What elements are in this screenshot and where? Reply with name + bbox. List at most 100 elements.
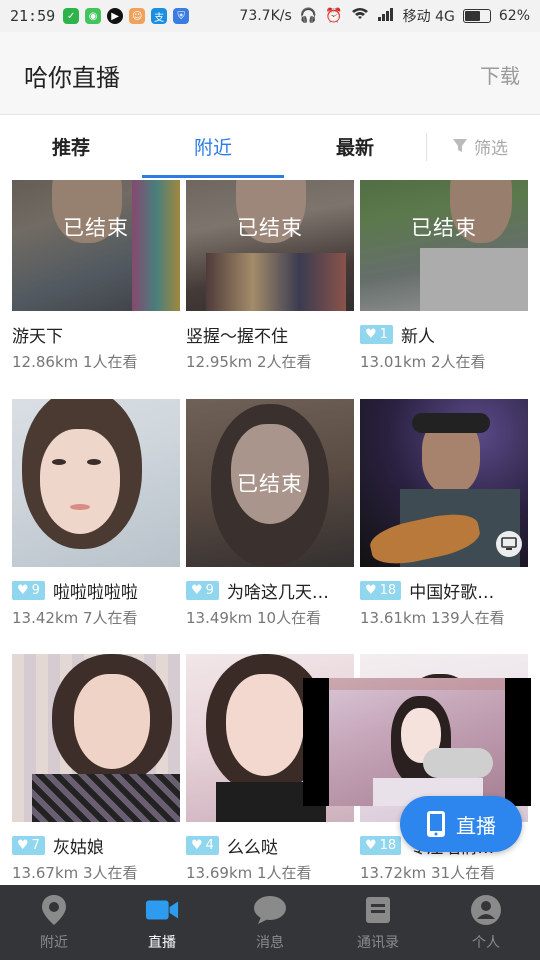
nav-nearby[interactable]: 附近 bbox=[0, 885, 108, 960]
stream-title: 中国好歌… bbox=[409, 582, 495, 603]
monitor-icon[interactable] bbox=[496, 531, 522, 557]
stream-meta: 13.42km 7人在看 bbox=[12, 609, 138, 627]
level-badge: ♥ 9 bbox=[12, 580, 45, 600]
go-live-label: 直播 bbox=[456, 813, 496, 838]
stream-title: 为啥这几天… bbox=[226, 582, 329, 603]
microphone-icon bbox=[423, 748, 493, 778]
filter-label: 筛选 bbox=[474, 138, 508, 159]
ended-overlay: 已结束 bbox=[186, 399, 354, 567]
filter-button[interactable]: 筛选 bbox=[452, 115, 508, 177]
level-badge: ♥ 9 bbox=[186, 580, 219, 600]
chat-bubble-icon bbox=[253, 894, 287, 926]
ended-overlay: 已结束 bbox=[12, 180, 180, 311]
carrier-label: 移动 4G bbox=[402, 9, 455, 25]
stream-card[interactable]: ♥ 7 灰姑娘 13.67km 3人在看 bbox=[12, 654, 180, 883]
record-icon: ▶ bbox=[107, 8, 124, 24]
stream-card[interactable]: 已结束 ♥ 1 新人 13.01km 2人在看 bbox=[360, 180, 528, 372]
stream-card[interactable]: ♥ 18 中国好歌… 13.61km 139人在看 bbox=[360, 399, 528, 628]
card-title-row: ♥ 9 啦啦啦啦啦 bbox=[12, 575, 180, 605]
stream-thumbnail: 已结束 bbox=[186, 180, 354, 311]
signal-icon bbox=[377, 7, 395, 25]
headphones-icon: 🎧 bbox=[299, 8, 318, 24]
level-badge: ♥ 1 bbox=[360, 324, 393, 344]
stream-title: 灰姑娘 bbox=[52, 837, 104, 858]
stream-thumbnail bbox=[360, 399, 528, 567]
filter-icon bbox=[453, 139, 467, 152]
stream-meta: 13.69km 1人在看 bbox=[186, 864, 312, 882]
stream-thumbnail: 已结束 bbox=[12, 180, 180, 311]
level-badge: ♥ 4 bbox=[186, 835, 219, 855]
nav-contacts[interactable]: 通讯录 bbox=[324, 885, 432, 960]
status-bar: 21:59 ✓ ◉ ▶ ☺ 支 ⛨ 73.7K/s 🎧 ⏰ 移动 4G 62% bbox=[0, 0, 540, 32]
active-tab-indicator bbox=[142, 175, 284, 178]
stream-title: 新人 bbox=[400, 326, 435, 347]
chat-icon: ☺ bbox=[129, 8, 146, 24]
stream-title: 竖握～握不住 bbox=[186, 326, 288, 347]
heart-icon: ♥ bbox=[191, 582, 203, 598]
nav-label: 直播 bbox=[148, 934, 176, 951]
status-right: 73.7K/s 🎧 ⏰ 移动 4G 62% bbox=[239, 0, 530, 32]
stream-thumbnail: 已结束 bbox=[360, 180, 528, 311]
heart-icon: ♥ bbox=[17, 837, 29, 853]
card-title-row: ♥ 7 灰姑娘 bbox=[12, 830, 180, 860]
card-title-row: ♥ 1 新人 bbox=[360, 319, 528, 349]
nav-label: 个人 bbox=[472, 934, 500, 951]
stream-meta: 12.95km 2人在看 bbox=[186, 353, 312, 371]
stream-meta: 12.86km 1人在看 bbox=[12, 353, 138, 371]
ended-overlay: 已结束 bbox=[186, 180, 354, 311]
card-title-row: 游天下 bbox=[12, 319, 180, 349]
battery-icon bbox=[462, 9, 491, 23]
bottom-nav: 附近 直播 消息 通讯录 个人 bbox=[0, 885, 540, 960]
stream-meta: 13.61km 139人在看 bbox=[360, 609, 505, 627]
status-time: 21:59 bbox=[10, 7, 56, 25]
tab-bar: 推荐 附近 最新 筛选 bbox=[0, 115, 540, 179]
video-camera-icon bbox=[145, 894, 179, 926]
nav-profile[interactable]: 个人 bbox=[432, 885, 540, 960]
contacts-icon bbox=[361, 894, 395, 926]
stream-title: 啦啦啦啦啦 bbox=[52, 582, 138, 603]
nav-messages[interactable]: 消息 bbox=[216, 885, 324, 960]
stream-card[interactable]: ♥ 9 啦啦啦啦啦 13.42km 7人在看 bbox=[12, 399, 180, 628]
floating-video-preview[interactable] bbox=[303, 678, 531, 806]
app-title: 哈你直播 bbox=[24, 64, 120, 92]
stream-meta: 13.49km 10人在看 bbox=[186, 609, 322, 627]
nav-label: 附近 bbox=[40, 934, 68, 951]
stream-thumbnail bbox=[12, 399, 180, 567]
heart-icon: ♥ bbox=[17, 582, 29, 598]
wechat-icon: ◉ bbox=[85, 8, 102, 24]
download-button[interactable]: 下载 bbox=[480, 60, 520, 89]
stream-meta: 13.01km 2人在看 bbox=[360, 353, 486, 371]
level-badge: ♥ 18 bbox=[360, 580, 402, 600]
tab-latest[interactable]: 最新 bbox=[284, 115, 426, 177]
nav-label: 通讯录 bbox=[357, 934, 399, 951]
level-badge: ♥ 18 bbox=[360, 835, 402, 855]
status-app-icons: ✓ ◉ ▶ ☺ 支 ⛨ bbox=[63, 8, 190, 24]
tab-nearby[interactable]: 附近 bbox=[142, 115, 284, 177]
alarm-icon: ⏰ bbox=[325, 8, 343, 24]
stream-title: 么么哒 bbox=[226, 837, 278, 858]
nav-live[interactable]: 直播 bbox=[108, 885, 216, 960]
go-live-button[interactable]: 直播 bbox=[400, 796, 522, 852]
alipay-icon: 支 bbox=[151, 8, 168, 24]
shield-icon: ⛨ bbox=[173, 8, 190, 24]
stream-card[interactable]: 已结束 竖握～握不住 12.95km 2人在看 bbox=[186, 180, 354, 372]
stream-card[interactable]: 已结束 ♥ 9 为啥这几天… 13.49km 10人在看 bbox=[186, 399, 354, 628]
card-title-row: ♥ 9 为啥这几天… bbox=[186, 575, 354, 605]
card-title-row: 竖握～握不住 bbox=[186, 319, 354, 349]
ended-overlay: 已结束 bbox=[360, 180, 528, 311]
heart-icon: ♥ bbox=[365, 582, 377, 598]
nav-label: 消息 bbox=[256, 934, 284, 951]
video-ticker bbox=[329, 678, 505, 690]
wifi-icon bbox=[351, 7, 369, 25]
stream-meta: 13.67km 3人在看 bbox=[12, 864, 138, 882]
card-title-row: ♥ 18 中国好歌… bbox=[360, 575, 528, 605]
tab-divider bbox=[426, 133, 427, 161]
tab-recommend[interactable]: 推荐 bbox=[0, 115, 142, 177]
stream-card[interactable]: 已结束 游天下 12.86km 1人在看 bbox=[12, 180, 180, 372]
heart-icon: ♥ bbox=[365, 837, 377, 853]
stream-thumbnail: 已结束 bbox=[186, 399, 354, 567]
level-badge: ♥ 7 bbox=[12, 835, 45, 855]
network-speed: 73.7K/s bbox=[239, 8, 292, 24]
location-pin-icon bbox=[37, 894, 71, 926]
heart-icon: ♥ bbox=[191, 837, 203, 853]
